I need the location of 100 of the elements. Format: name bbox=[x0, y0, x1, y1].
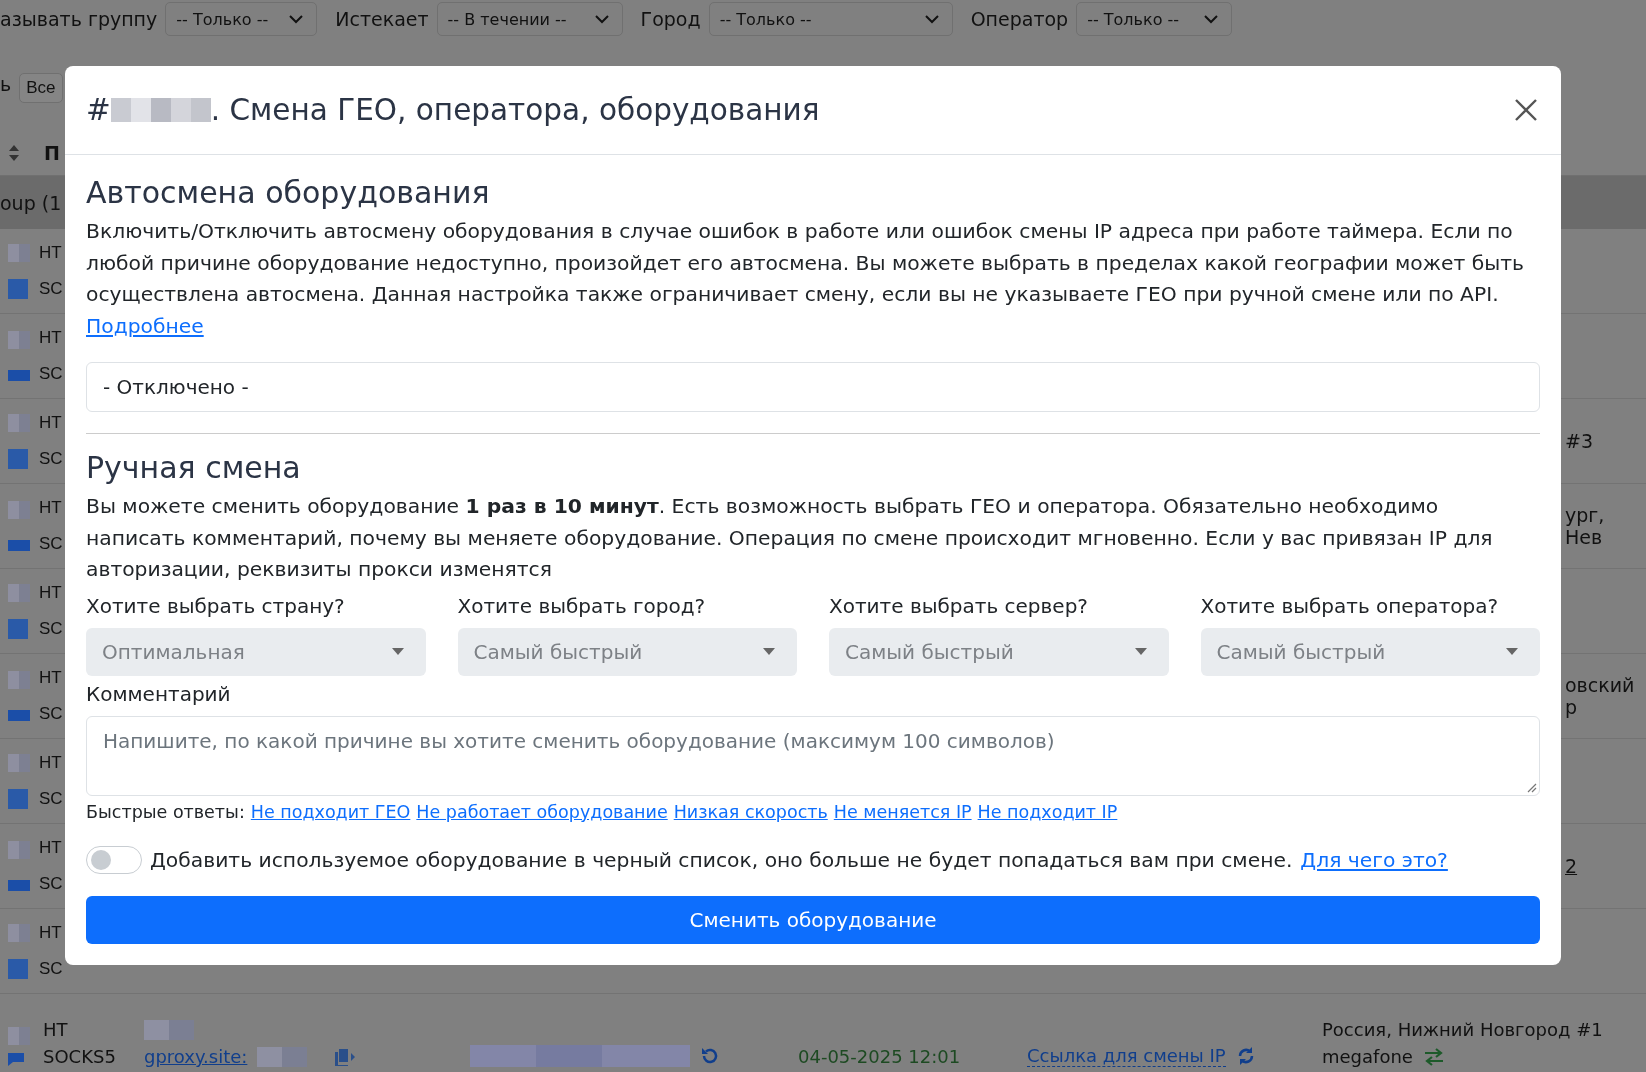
flag-icon bbox=[8, 540, 30, 552]
protocol-text: HT bbox=[39, 753, 62, 773]
blurred-block bbox=[8, 1027, 30, 1045]
blurred-block bbox=[8, 670, 30, 689]
protocol-text: SC bbox=[39, 534, 63, 554]
protocol-text: HT bbox=[39, 838, 62, 858]
protocol-text: SC bbox=[39, 364, 63, 384]
field-label: Хотите выбрать оператора? bbox=[1200, 593, 1500, 618]
chevron-icon bbox=[1203, 14, 1220, 24]
blacklist-text: Добавить используемое оборудование в черный список, оно больше не будет попадаться вам при смене. bbox=[150, 847, 1293, 872]
field-label: Хотите выбрать сервер? bbox=[829, 593, 1089, 618]
caret-icon bbox=[763, 648, 775, 655]
refresh-icon[interactable] bbox=[700, 1046, 720, 1066]
select-field[interactable]: Оптимальная bbox=[86, 627, 426, 676]
filter-select[interactable]: -- Только -- bbox=[708, 2, 953, 36]
flag-icon bbox=[8, 278, 28, 299]
filter-label: Оператор bbox=[970, 8, 1069, 30]
close-icon bbox=[1515, 99, 1537, 121]
quick-answer-link[interactable]: Не меняется IP bbox=[833, 801, 972, 822]
protocol-text: HT bbox=[39, 328, 62, 348]
protocol-text: HT bbox=[43, 1019, 69, 1040]
flag-icon bbox=[8, 448, 28, 469]
copy-icon[interactable] bbox=[333, 1046, 358, 1067]
caret-icon bbox=[1506, 648, 1518, 655]
link[interactable]: 2 bbox=[1565, 855, 1578, 877]
blurred-block bbox=[8, 413, 30, 432]
select-field[interactable]: Самый быстрый bbox=[1200, 627, 1540, 676]
filter-select[interactable]: -- Только -- bbox=[1076, 2, 1233, 36]
modal-title: . Смена ГЕО, оператора, оборудования bbox=[210, 93, 820, 127]
chat-icon bbox=[6, 1051, 26, 1067]
flag-icon bbox=[8, 370, 30, 382]
protocol-text: HT bbox=[39, 923, 62, 943]
date-text: 04-05-2025 12:01 bbox=[798, 1046, 962, 1067]
blurred-block bbox=[144, 1020, 194, 1040]
select-field[interactable]: Самый быстрый bbox=[829, 627, 1169, 676]
protocol-text: SC bbox=[39, 619, 63, 639]
operator-text: megafone bbox=[1322, 1046, 1413, 1067]
protocol-text: HT bbox=[39, 668, 62, 688]
autoswitch-select[interactable]: - Отключено - bbox=[86, 362, 1540, 412]
section-heading: Автосмена оборудования bbox=[86, 175, 491, 210]
protocol-text: HT bbox=[39, 583, 62, 603]
filter-label: азывать группу bbox=[0, 8, 158, 30]
location-text: #3 bbox=[1565, 430, 1593, 452]
chevron-icon bbox=[288, 14, 305, 24]
quick-answers-label: Быстрые ответы: bbox=[86, 801, 245, 822]
location-text: ург, Нев bbox=[1565, 504, 1606, 548]
column-header: П bbox=[44, 142, 60, 164]
protocol-text: SC bbox=[39, 279, 63, 299]
comment-field[interactable]: Напишите, по какой причине вы хотите сменить оборудование (максимум 100 символов) bbox=[86, 715, 1540, 796]
flag-icon bbox=[8, 880, 30, 892]
flag-icon bbox=[8, 788, 28, 809]
select-field[interactable]: Самый быстрый bbox=[457, 627, 797, 676]
blurred-block bbox=[8, 583, 30, 602]
help-link[interactable]: Для чего это? bbox=[1300, 847, 1448, 872]
change-ip-link[interactable]: Ссылка для смены IP bbox=[1027, 1045, 1226, 1067]
flag-icon bbox=[8, 710, 30, 722]
toolbar-text: ь bbox=[0, 73, 12, 95]
submit-button[interactable]: Сменить оборудование bbox=[86, 895, 1540, 944]
blurred-block bbox=[8, 330, 30, 349]
section-description: Вы можете сменить оборудование 1 раз в 10 минут. Есть возможность выбрать ГЕО и оператора. Обязательно необходимо написать комментарий, почему вы меняете оборудование. Операция по смене происходит мгновенно. Если у вас привязан IP для авторизации, реквизиты прокси изменятся bbox=[86, 493, 1494, 583]
resize-grip-icon[interactable] bbox=[1527, 782, 1537, 793]
blurred-block bbox=[8, 923, 30, 942]
sort-icon[interactable] bbox=[8, 144, 20, 162]
blurred-block bbox=[257, 1046, 308, 1067]
protocol-text: SOCKS5 bbox=[43, 1046, 117, 1067]
field-label: Хотите выбрать город? bbox=[457, 593, 707, 618]
protocol-text: SC bbox=[39, 704, 63, 724]
protocol-text: HT bbox=[39, 498, 62, 518]
quick-answer-link[interactable]: Не подходит IP bbox=[977, 801, 1118, 822]
section-description: Включить/Отключить автосмену оборудования в случае ошибок в работе или ошибок смены IP адреса при работе таймера. Если по любой причине оборудование недоступно, произойдет его автосмена. Вы можете выбрать в пределах какой географии может быть осуществлена автосмена. Данная настройка также ограничивает смену, если вы не указываете ГЕО при ручной смене или по API. Подробнее bbox=[86, 218, 1526, 340]
filter-select[interactable]: -- Только -- bbox=[165, 2, 318, 36]
protocol-text: SC bbox=[39, 959, 63, 979]
group-label: oup (1 bbox=[0, 191, 62, 214]
blurred-block bbox=[8, 243, 30, 262]
caret-icon bbox=[391, 648, 404, 655]
caret-icon bbox=[1134, 648, 1147, 655]
location-text: овский р bbox=[1565, 674, 1636, 718]
flag-icon bbox=[8, 958, 28, 979]
protocol-text: HT bbox=[39, 413, 62, 433]
location-text: Россия, Нижний Новгород #1 bbox=[1322, 1019, 1604, 1040]
chevron-icon bbox=[593, 14, 610, 24]
more-link[interactable]: Подробнее bbox=[86, 313, 204, 338]
all-button[interactable]: Все bbox=[19, 73, 63, 103]
protocol-text: HT bbox=[39, 243, 62, 263]
protocol-text: SC bbox=[39, 449, 63, 469]
blurred-block bbox=[8, 753, 30, 772]
quick-answer-link[interactable]: Низкая скорость bbox=[673, 801, 828, 822]
host-link[interactable]: gproxy.site: bbox=[144, 1046, 248, 1067]
filter-label: Истекает bbox=[335, 8, 429, 30]
title-hash: # bbox=[86, 93, 111, 127]
quick-answer-link[interactable]: Не подходит ГЕО bbox=[250, 801, 411, 822]
section-heading: Ручная смена bbox=[86, 450, 302, 485]
field-label: Комментарий bbox=[86, 681, 232, 706]
blurred-block bbox=[8, 500, 30, 519]
swap-icon[interactable] bbox=[1422, 1047, 1445, 1066]
filter-label: Город bbox=[640, 8, 701, 30]
protocol-text: SC bbox=[39, 874, 63, 894]
protocol-text: SC bbox=[39, 789, 63, 809]
filter-select[interactable]: -- В течении -- bbox=[436, 2, 623, 36]
quick-answer-link[interactable]: Не работает оборудование bbox=[416, 801, 668, 822]
